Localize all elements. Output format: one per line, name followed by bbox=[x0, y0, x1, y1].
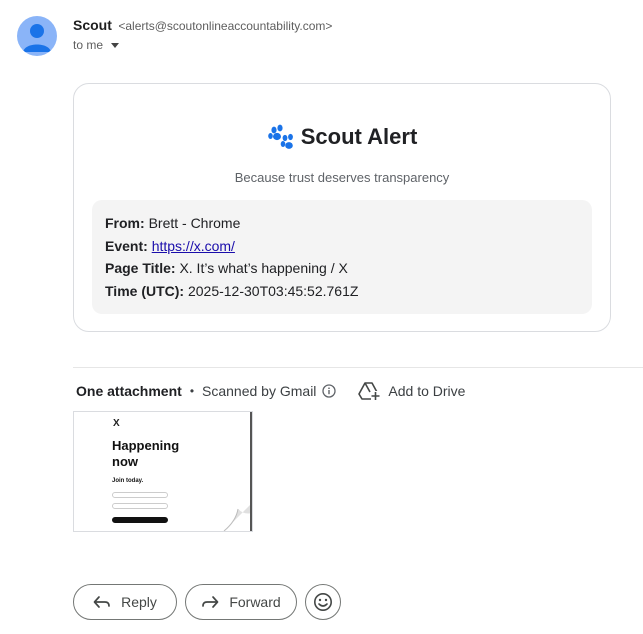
detail-value: Brett - Chrome bbox=[148, 215, 241, 231]
recipient-details-toggle[interactable]: to me bbox=[73, 38, 120, 52]
recipient-label: to me bbox=[73, 38, 104, 52]
sender-name[interactable]: Scout bbox=[73, 17, 112, 33]
paw-icon bbox=[267, 124, 293, 149]
emoji-reaction-button[interactable] bbox=[305, 584, 341, 620]
detail-page-title: Page Title: X. It’s what’s happening / X bbox=[105, 259, 579, 282]
forward-icon bbox=[202, 596, 219, 608]
thumbnail-headline: Happening now bbox=[112, 438, 180, 469]
reply-label: Reply bbox=[121, 594, 157, 610]
person-icon bbox=[23, 24, 51, 52]
info-icon[interactable] bbox=[322, 384, 337, 398]
sender-email: <alerts@scoutonlineaccountability.com> bbox=[118, 19, 333, 33]
sender-line: Scout <alerts@scoutonlineaccountability.… bbox=[73, 17, 332, 35]
emoji-icon bbox=[314, 593, 332, 611]
forward-button[interactable]: Forward bbox=[185, 584, 297, 620]
detail-from: From: Brett - Chrome bbox=[105, 214, 579, 237]
card-subtitle: Because trust deserves transparency bbox=[234, 170, 450, 185]
reply-button[interactable]: Reply bbox=[73, 584, 177, 620]
thumbnail-button bbox=[112, 492, 168, 498]
scan-status: Scanned by Gmail bbox=[202, 383, 317, 399]
detail-event: Event: https://x.com/ bbox=[105, 237, 579, 260]
card-title: Scout Alert bbox=[74, 124, 610, 150]
attachment-title: One attachment bbox=[76, 383, 182, 399]
detail-time: Time (UTC): 2025-12-30T03:45:52.761Z bbox=[105, 282, 579, 305]
reply-icon bbox=[93, 596, 110, 608]
event-link[interactable]: https://x.com/ bbox=[152, 238, 235, 254]
chevron-down-icon bbox=[111, 42, 120, 48]
add-to-drive-icon bbox=[358, 382, 381, 401]
detail-label: Page Title: bbox=[105, 260, 176, 276]
card-title-text: Scout Alert bbox=[300, 124, 418, 149]
alert-details: From: Brett - Chrome Event: https://x.co… bbox=[92, 200, 592, 314]
forward-label: Forward bbox=[229, 594, 281, 610]
detail-value: X. It’s what’s happening / X bbox=[179, 260, 348, 276]
attachment-bar: One attachment • Scanned by Gmail Add to… bbox=[76, 381, 465, 401]
thumbnail-button bbox=[112, 517, 168, 523]
add-to-drive-button[interactable]: Add to Drive bbox=[358, 381, 465, 401]
page-curl-icon bbox=[223, 503, 252, 531]
detail-label: Time (UTC): bbox=[105, 282, 185, 299]
thumbnail-button bbox=[112, 503, 168, 509]
thumbnail-logo: X bbox=[113, 418, 120, 429]
attachment-thumbnail[interactable]: X Happening now Join today. bbox=[73, 411, 253, 532]
thumbnail-join: Join today. bbox=[112, 478, 144, 484]
divider bbox=[73, 367, 643, 368]
detail-label: Event: bbox=[105, 237, 148, 254]
detail-value: 2025-12-30T03:45:52.761Z bbox=[187, 282, 359, 299]
sender-avatar[interactable] bbox=[17, 16, 57, 56]
thumbnail-edge bbox=[250, 412, 252, 531]
separator-dot: • bbox=[189, 384, 195, 398]
add-to-drive-label: Add to Drive bbox=[388, 383, 466, 399]
detail-label: From: bbox=[105, 215, 145, 231]
alert-card: Scout Alert Because trust deserves trans… bbox=[73, 83, 611, 332]
